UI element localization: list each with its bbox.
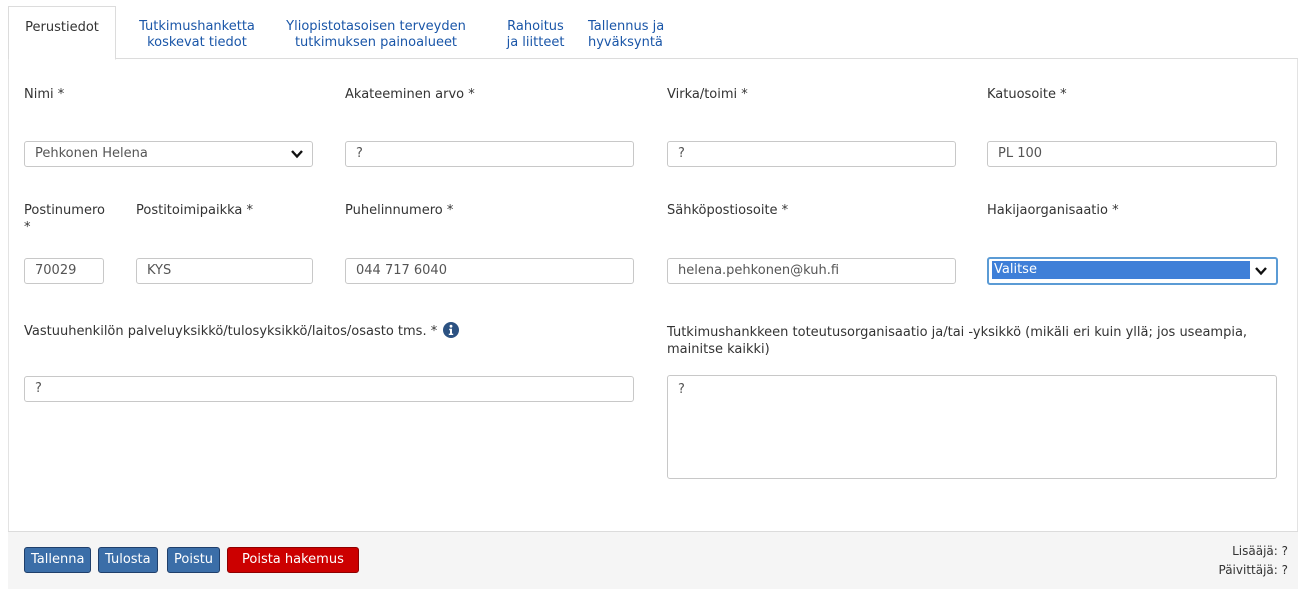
exit-button[interactable]: Poistu (167, 547, 221, 573)
save-button[interactable]: Tallenna (24, 547, 92, 573)
toteutusorganisaatio-textarea[interactable]: ? (667, 375, 1277, 479)
katuosoite-input[interactable]: PL 100 (987, 141, 1277, 167)
delete-application-button[interactable]: Poista hakemus (227, 547, 359, 573)
footer-bar: Tallenna Tulosta Poistu Poista hakemus L… (8, 531, 1298, 589)
puhelinnumero-label: Puhelinnumero * (345, 203, 454, 218)
hakijaorganisaatio-select-value: Valitse (992, 261, 1250, 279)
nimi-select[interactable]: Pehkonen Helena (24, 141, 313, 167)
updated-by-text: Päivittäjä: ? (1218, 563, 1289, 577)
vastuuyksikko-label-text: Vastuuhenkilön palveluyksikkö/tulosyksik… (24, 324, 438, 339)
tab-label-line2: hyväksyntä (588, 35, 663, 50)
tab-label-line1: Yliopistotasoisen terveyden (286, 19, 466, 34)
tab-label-line1: Rahoitus (507, 19, 564, 34)
virka-label: Virka/toimi * (667, 87, 748, 102)
toteutusorganisaatio-label-line2: mainitse kaikki) (667, 342, 770, 357)
virka-input[interactable]: ? (667, 141, 956, 167)
puhelinnumero-input[interactable]: 044 717 6040 (345, 258, 634, 284)
postinumero-input[interactable]: 70029 (24, 258, 104, 284)
toteutusorganisaatio-label: Tutkimushankkeen toteutusorganisaatio ja… (667, 324, 1287, 358)
tab-label-line1: Tutkimushanketta (139, 19, 255, 34)
vastuuyksikko-input[interactable]: ? (24, 376, 634, 402)
tab-perustiedot[interactable]: Perustiedot (8, 6, 116, 60)
hakijaorganisaatio-label: Hakijaorganisaatio * (987, 203, 1119, 218)
sahkopostiosoite-input[interactable]: helena.pehkonen@kuh.fi (667, 258, 956, 284)
nimi-select-value: Pehkonen Helena (35, 146, 148, 161)
tab-tallennus[interactable]: Tallennus ja hyväksyntä (588, 6, 684, 59)
print-button[interactable]: Tulosta (98, 547, 158, 573)
chevron-down-icon (291, 150, 303, 159)
tab-bar: Perustiedot Tutkimushanketta koskevat ti… (8, 6, 1298, 60)
chevron-down-icon (1255, 267, 1267, 276)
tab-rahoitus[interactable]: Rahoitus ja liitteet (498, 6, 573, 59)
tab-tutkimushanke[interactable]: Tutkimushanketta koskevat tiedot (127, 6, 267, 59)
nimi-label: Nimi * (24, 87, 65, 102)
tab-label: Perustiedot (25, 20, 99, 35)
postinumero-label-line2: * (24, 220, 31, 235)
tab-label-line1: Tallennus ja (588, 19, 665, 34)
postitoimipaikka-label: Postitoimipaikka * (136, 203, 254, 218)
tab-label-line2: koskevat tiedot (147, 35, 247, 50)
added-by-text: Lisääjä: ? (1232, 544, 1288, 558)
tab-label-line2: tutkimuksen painoalueet (294, 35, 458, 50)
hakijaorganisaatio-select[interactable]: Valitse (987, 257, 1278, 285)
katuosoite-label: Katuosoite * (987, 87, 1067, 102)
postinumero-label: Postinumero * (24, 202, 105, 236)
postitoimipaikka-input[interactable]: KYS (136, 258, 313, 284)
postinumero-label-line1: Postinumero (24, 203, 105, 218)
tab-label-line2: ja liitteet (506, 35, 565, 50)
vastuuyksikko-label: Vastuuhenkilön palveluyksikkö/tulosyksik… (24, 322, 460, 340)
tab-painoalueet[interactable]: Yliopistotasoisen terveyden tutkimuksen … (281, 6, 471, 59)
toteutusorganisaatio-label-line1: Tutkimushankkeen toteutusorganisaatio ja… (667, 325, 1248, 340)
info-icon[interactable] (443, 322, 460, 338)
sahkopostiosoite-label: Sähköpostiosoite * (667, 203, 789, 218)
akateeminen-arvo-label: Akateeminen arvo * (345, 87, 475, 102)
akateeminen-arvo-input[interactable]: ? (345, 141, 634, 167)
